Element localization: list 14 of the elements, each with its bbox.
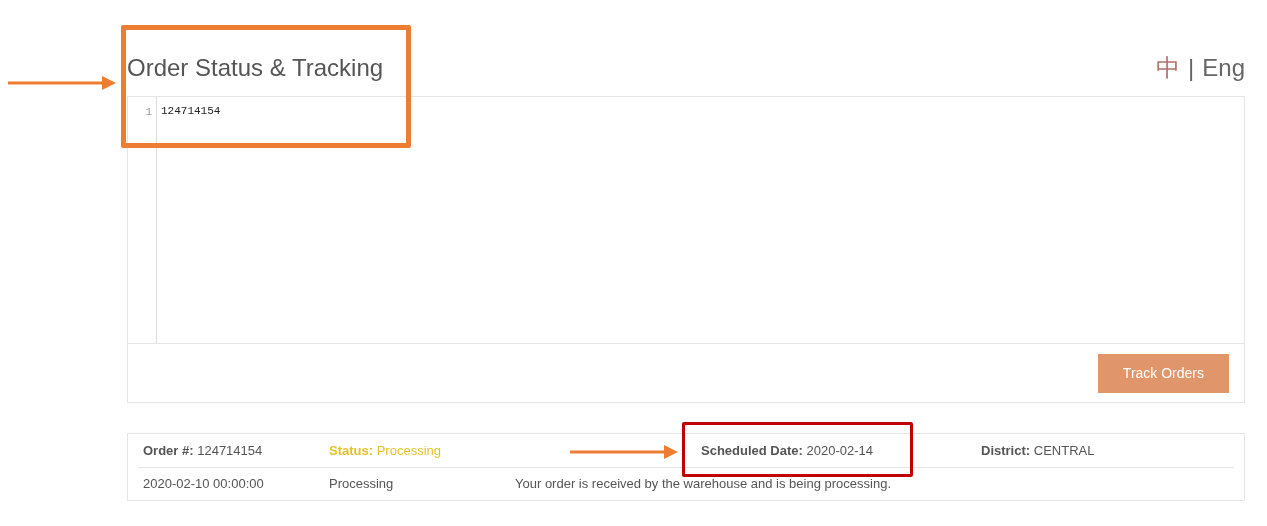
- line-number: 1: [144, 105, 152, 120]
- history-time: 2020-02-10 00:00:00: [143, 475, 265, 494]
- separator: |: [1188, 53, 1195, 83]
- summary-field: Status: Processing: [329, 440, 701, 461]
- language-link[interactable]: Eng: [1202, 50, 1245, 86]
- summary-field: Order #: 124714154: [143, 440, 329, 461]
- summary-field: District: CENTRAL: [981, 440, 1181, 461]
- summary-field: Scheduled Date: 2020-02-14: [701, 440, 981, 461]
- order-number-editor[interactable]: 1 124714154 Track Orders: [127, 96, 1245, 403]
- language-link[interactable]: 中: [1156, 50, 1181, 86]
- history-status: Processing: [329, 475, 395, 494]
- history-message: Your order is received by the warehouse and is being processing.: [515, 475, 892, 494]
- code-line: 124714154: [161, 104, 222, 119]
- page-title: Order Status & Tracking: [127, 53, 384, 83]
